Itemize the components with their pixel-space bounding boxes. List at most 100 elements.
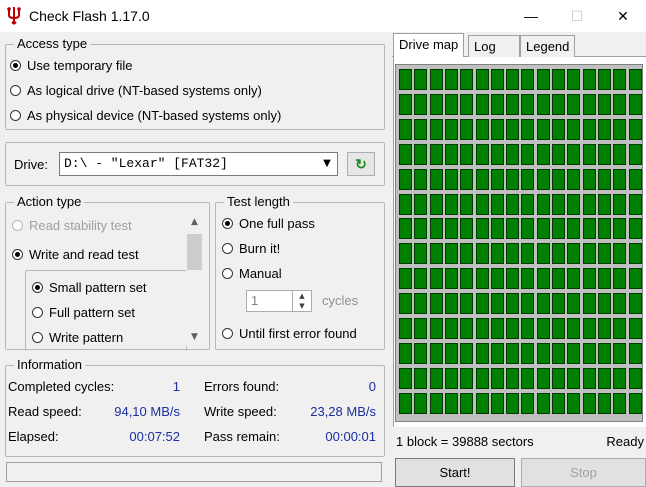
chevron-down-icon[interactable]: ▼: [317, 153, 337, 175]
tab-legend[interactable]: Legend: [520, 35, 576, 57]
map-block: [597, 392, 611, 414]
radio-indicator: [222, 243, 233, 254]
pass-remain-label: Pass remain:: [204, 429, 280, 444]
map-block: [613, 143, 627, 165]
maximize-button[interactable]: ☐: [554, 0, 600, 32]
map-block: [414, 293, 428, 315]
tab-log[interactable]: Log: [468, 35, 520, 57]
read-speed-label: Read speed:: [8, 404, 82, 419]
map-block: [613, 69, 627, 90]
radio-indicator: [10, 110, 21, 121]
start-button[interactable]: Start!: [395, 458, 515, 487]
radio-as-logical-drive[interactable]: As logical drive (NT-based systems only): [10, 83, 262, 98]
tab-drive-map[interactable]: Drive map: [393, 33, 465, 57]
map-block: [429, 168, 443, 190]
radio-one-full-pass[interactable]: One full pass: [222, 216, 315, 231]
map-block: [597, 143, 611, 165]
map-block: [582, 367, 596, 389]
map-block: [582, 293, 596, 315]
radio-until-first-error[interactable]: Until first error found: [222, 326, 357, 341]
stop-button[interactable]: Stop: [521, 458, 646, 487]
radio-indicator: [10, 60, 21, 71]
radio-manual[interactable]: Manual: [222, 266, 282, 281]
map-block: [628, 69, 642, 90]
radio-indicator: [222, 268, 233, 279]
map-block: [460, 268, 474, 290]
radio-indicator: [10, 85, 21, 96]
map-block: [490, 367, 504, 389]
map-block: [582, 193, 596, 215]
map-block: [628, 243, 642, 265]
map-block: [444, 193, 458, 215]
map-block: [521, 318, 535, 339]
radio-small-pattern-set[interactable]: Small pattern set: [32, 280, 147, 295]
map-block: [521, 168, 535, 190]
map-block: [444, 168, 458, 190]
spinner-buttons[interactable]: ▲ ▼: [292, 291, 311, 311]
map-block: [613, 318, 627, 339]
test-length-title: Test length: [224, 194, 293, 209]
map-block: [552, 318, 565, 339]
map-block: [506, 392, 520, 414]
map-block: [597, 193, 611, 215]
action-type-scrollbar[interactable]: ▲ ▼: [186, 214, 203, 346]
map-block: [536, 143, 550, 165]
map-block: [414, 69, 428, 90]
radio-read-stability-test[interactable]: Read stability test: [12, 218, 132, 233]
radio-label: Read stability test: [29, 218, 132, 233]
map-block: [399, 193, 412, 215]
close-button[interactable]: ✕: [600, 0, 646, 32]
map-block: [490, 293, 504, 315]
radio-indicator: [32, 332, 43, 343]
map-block: [628, 367, 642, 389]
map-block: [475, 168, 489, 190]
scrollbar-thumb[interactable]: [187, 234, 202, 270]
map-block: [521, 342, 535, 364]
radio-as-physical-device[interactable]: As physical device (NT-based systems onl…: [10, 108, 281, 123]
spin-down-icon[interactable]: ▼: [293, 301, 311, 311]
radio-indicator: [12, 220, 23, 231]
drive-label: Drive:: [14, 157, 48, 172]
radio-label: Write pattern: [49, 330, 124, 345]
map-block: [460, 367, 474, 389]
map-block: [444, 143, 458, 165]
map-block: [506, 318, 520, 339]
map-block: [613, 268, 627, 290]
map-block: [582, 318, 596, 339]
radio-burn-it[interactable]: Burn it!: [222, 241, 280, 256]
radio-write-pattern[interactable]: Write pattern: [32, 330, 123, 345]
map-block: [521, 367, 535, 389]
map-block: [552, 243, 565, 265]
map-block: [414, 193, 428, 215]
window-title: Check Flash 1.17.0: [29, 8, 150, 24]
map-block: [414, 268, 428, 290]
map-block: [460, 318, 474, 339]
cycles-spinner[interactable]: 1 ▲ ▼: [246, 290, 312, 312]
map-block: [460, 243, 474, 265]
minimize-button[interactable]: —: [508, 0, 554, 32]
radio-write-and-read-test[interactable]: Write and read test: [12, 247, 139, 262]
map-block: [444, 268, 458, 290]
elapsed-value: 00:07:52: [129, 429, 180, 444]
chevron-up-icon[interactable]: ▲: [186, 214, 203, 231]
title-bar: Check Flash 1.17.0 — ☐ ✕: [0, 0, 646, 32]
radio-use-temporary-file[interactable]: Use temporary file: [10, 58, 132, 73]
radio-indicator: [12, 249, 23, 260]
map-block: [399, 69, 412, 90]
map-block: [521, 268, 535, 290]
map-block: [567, 392, 581, 414]
spin-up-icon[interactable]: ▲: [293, 291, 311, 301]
map-block: [506, 218, 520, 240]
access-type-title: Access type: [14, 36, 91, 51]
drive-select[interactable]: D:\ - "Lexar" [FAT32] ▼: [59, 152, 338, 176]
map-block: [582, 118, 596, 140]
map-block: [506, 293, 520, 315]
chevron-down-icon[interactable]: ▼: [186, 329, 203, 346]
map-block: [399, 143, 412, 165]
cycles-label: cycles: [322, 293, 359, 308]
refresh-button[interactable]: ↻: [347, 152, 375, 176]
radio-full-pattern-set[interactable]: Full pattern set: [32, 305, 135, 320]
map-block: [506, 143, 520, 165]
map-block: [399, 318, 412, 339]
map-block: [567, 293, 581, 315]
